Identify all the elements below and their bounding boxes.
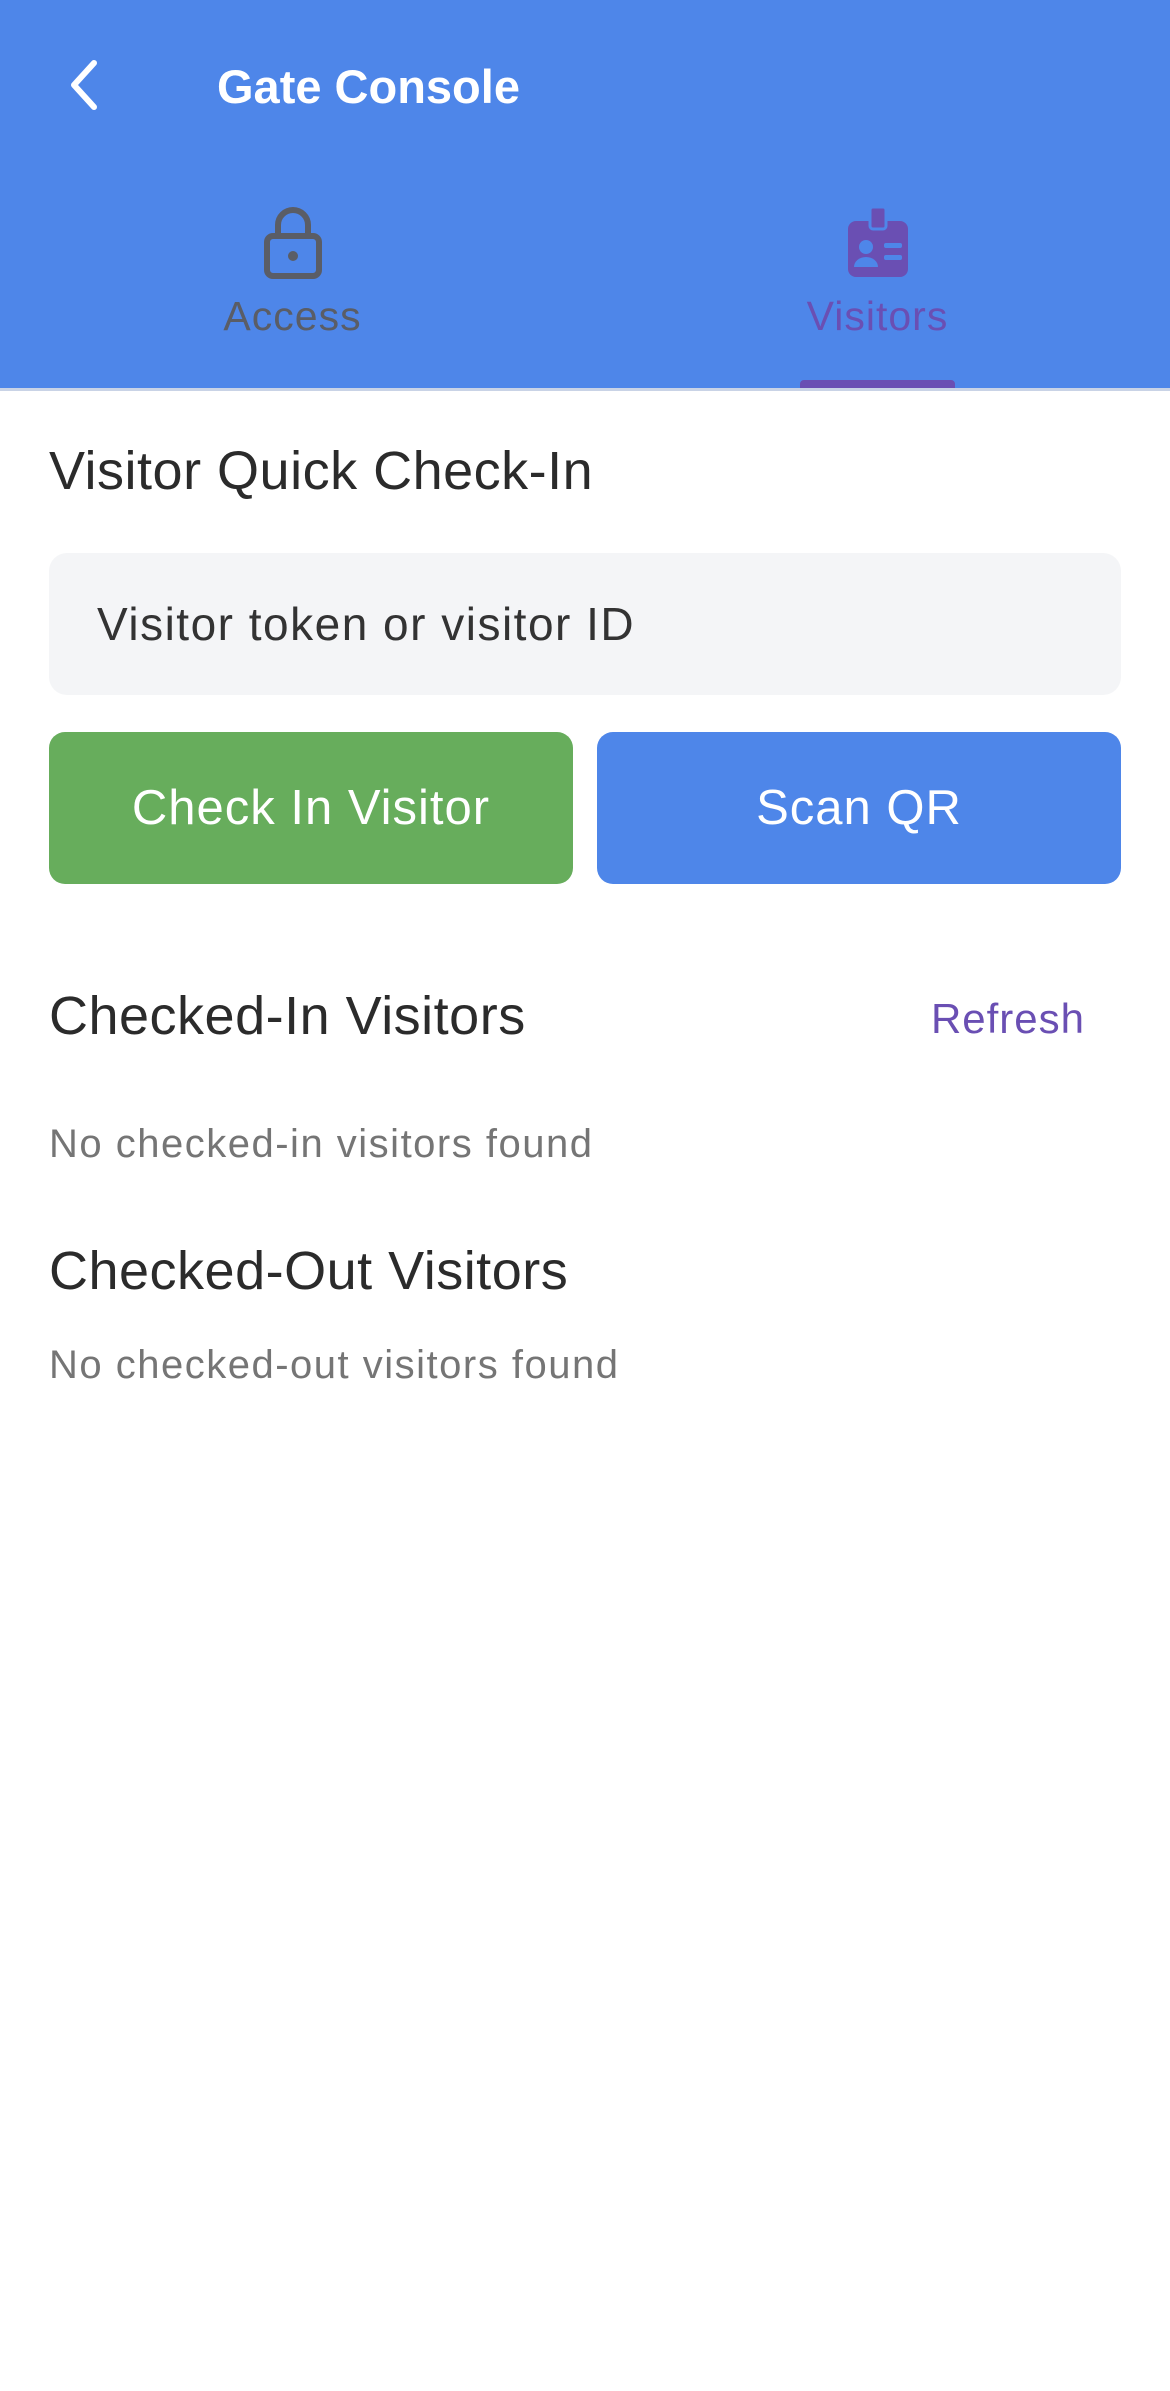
chevron-left-icon [71,60,97,110]
lock-icon [0,205,585,280]
tab-access[interactable]: Access [0,195,585,388]
tab-visitors[interactable]: Visitors [585,195,1170,388]
checked-out-title: Checked-Out Visitors [49,1241,569,1301]
header-divider [0,388,1170,391]
check-in-visitor-button[interactable]: Check In Visitor [49,732,573,884]
visitor-token-input[interactable]: Visitor token or visitor ID [49,553,1121,695]
checked-in-empty-message: No checked-in visitors found [49,1122,594,1166]
tab-visitors-label: Visitors [806,293,949,339]
tab-access-label: Access [223,293,362,339]
id-badge-icon [585,205,1170,280]
back-button[interactable] [40,40,130,130]
refresh-link[interactable]: Refresh [931,995,1085,1043]
app-header: Gate Console Access Visitors [0,0,1170,388]
scan-qr-button[interactable]: Scan QR [597,732,1121,884]
checked-in-title: Checked-In Visitors [49,986,526,1046]
quick-checkin-title: Visitor Quick Check-In [49,441,594,501]
page-title: Gate Console [217,60,520,113]
active-tab-indicator [800,380,955,388]
checked-out-empty-message: No checked-out visitors found [49,1343,620,1387]
